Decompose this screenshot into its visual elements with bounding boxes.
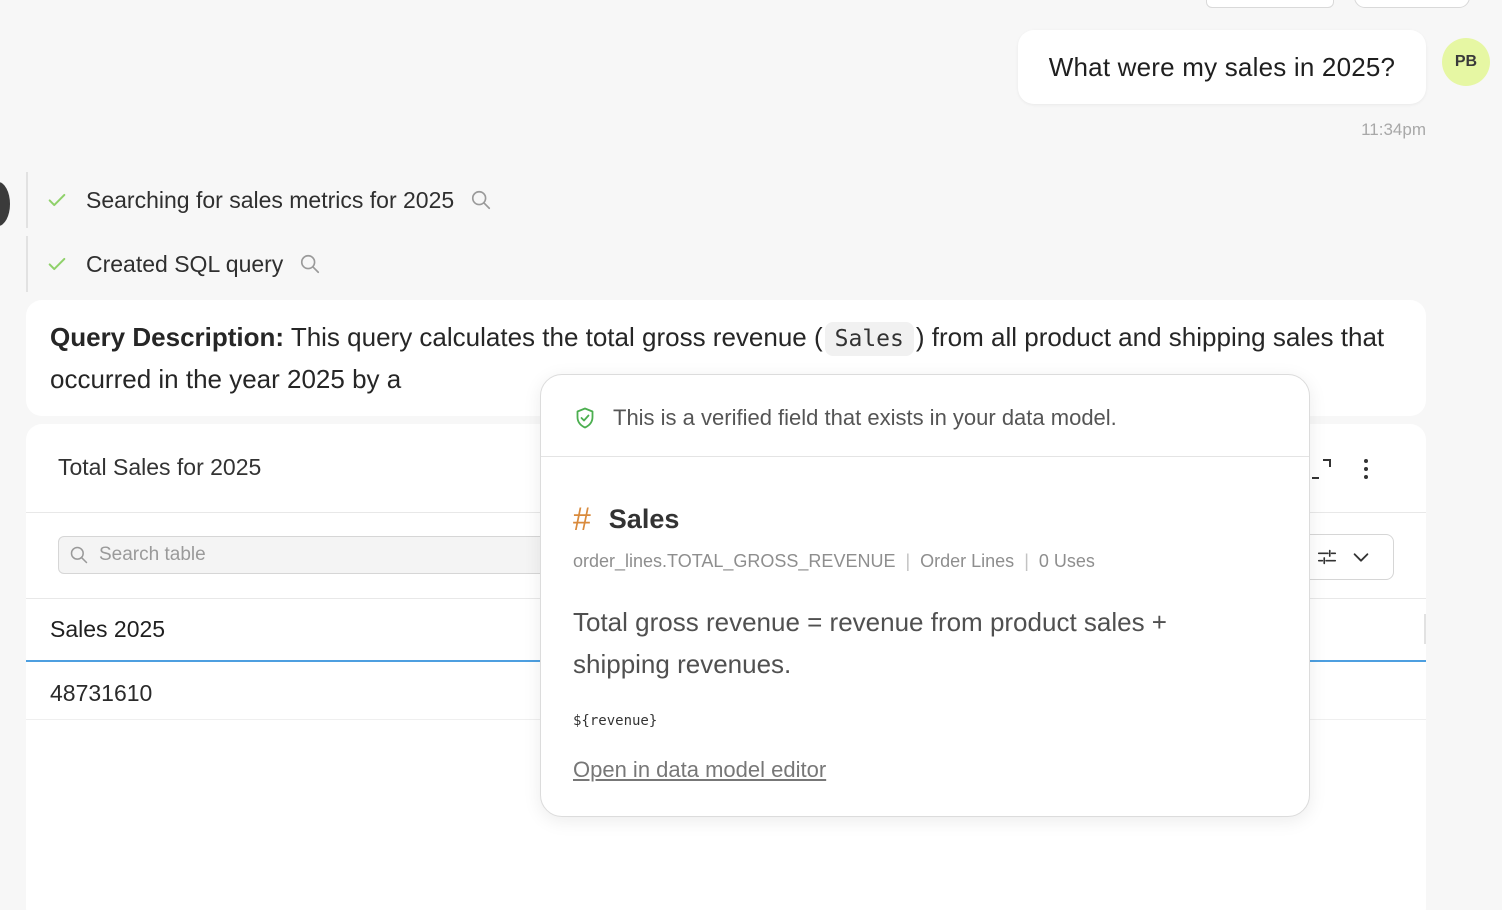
- field-expression: ${revenue}: [573, 713, 658, 729]
- avatar[interactable]: PB: [1442, 38, 1490, 86]
- user-message-bubble: What were my sales in 2025?: [1018, 30, 1426, 104]
- query-description-text-before: This query calculates the total gross re…: [284, 322, 823, 352]
- field-uses: 0 Uses: [1038, 551, 1095, 571]
- avatar-initials: PB: [1454, 53, 1478, 70]
- message-timestamp: 11:34pm: [1361, 120, 1426, 139]
- top-toolbar-toggle[interactable]: [1354, 0, 1470, 8]
- column-header-sales-2025[interactable]: Sales 2025: [50, 616, 165, 643]
- magnifier-icon[interactable]: [470, 189, 492, 211]
- chevron-down-icon: [1353, 553, 1369, 562]
- verified-text: This is a verified field that exists in …: [613, 405, 1117, 430]
- meta-separator: |: [1024, 551, 1029, 571]
- expand-icon[interactable]: [1310, 458, 1332, 480]
- assistant-avatar: [0, 182, 10, 226]
- user-message-text: What were my sales in 2025?: [1048, 51, 1396, 82]
- table-title: Total Sales for 2025: [58, 454, 262, 480]
- divider: [541, 456, 1309, 457]
- step-label: Searching for sales metrics for 2025: [86, 186, 455, 213]
- open-data-model-editor-link[interactable]: Open in data model editor: [573, 757, 826, 783]
- field-path: order_lines.TOTAL_GROSS_REVENUE: [573, 551, 896, 571]
- field-description: Total gross revenue = revenue from produ…: [573, 607, 1167, 679]
- field-title: # Sales: [573, 501, 679, 538]
- field-chip-sales[interactable]: Sales: [824, 322, 914, 356]
- field-metadata: order_lines.TOTAL_GROSS_REVENUE | Order …: [573, 551, 1095, 572]
- search-icon: [70, 546, 88, 564]
- shield-check-icon: [576, 407, 594, 429]
- sliders-icon: [1317, 549, 1337, 565]
- verified-notice: This is a verified field that exists in …: [573, 405, 1117, 431]
- hash-icon: #: [573, 501, 591, 537]
- step-label: Created SQL query: [86, 250, 284, 277]
- field-name: Sales: [608, 504, 680, 534]
- search-input[interactable]: Search table: [58, 536, 578, 574]
- magnifier-icon[interactable]: [299, 253, 321, 275]
- query-description-heading: Query Description:: [50, 322, 285, 352]
- top-toolbar-button[interactable]: [1206, 0, 1334, 8]
- check-icon: [48, 257, 66, 271]
- search-placeholder: Search table: [99, 544, 206, 565]
- column-resize-handle[interactable]: [1424, 614, 1426, 644]
- field-info-popover: This is a verified field that exists in …: [540, 374, 1310, 817]
- step-searching: Searching for sales metrics for 2025: [26, 172, 492, 228]
- field-source: Order Lines: [920, 551, 1015, 571]
- meta-separator: |: [905, 551, 911, 571]
- step-created-sql: Created SQL query: [26, 236, 321, 292]
- table-cell: 48731610: [50, 680, 153, 706]
- check-icon: [48, 193, 66, 207]
- kebab-menu-icon[interactable]: [1356, 456, 1376, 482]
